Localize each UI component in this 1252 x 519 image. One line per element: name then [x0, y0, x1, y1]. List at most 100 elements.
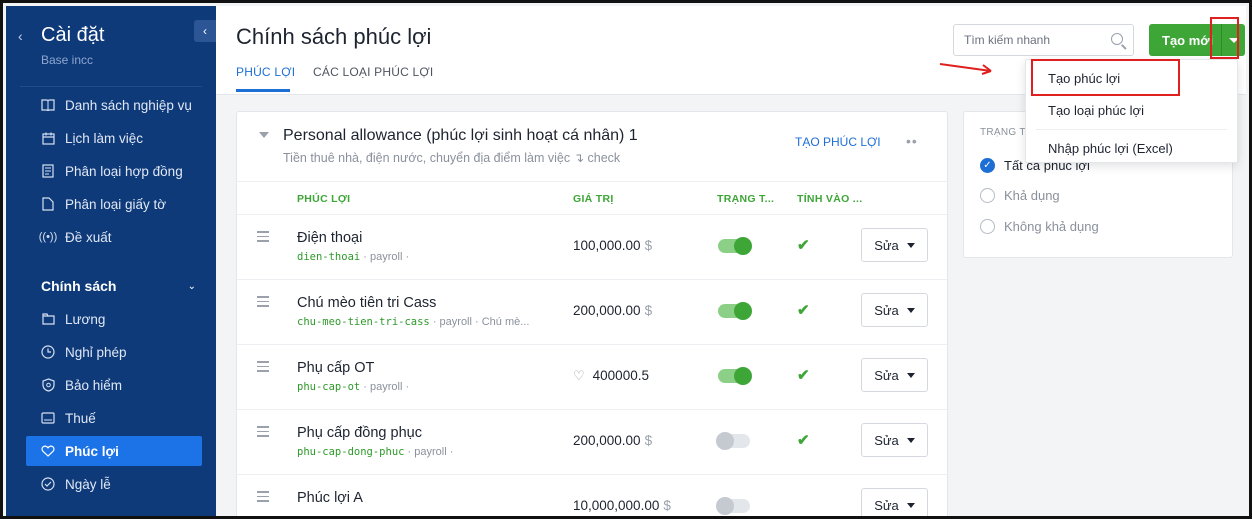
- drag-handle-icon[interactable]: [257, 231, 269, 245]
- more-options-icon[interactable]: ••: [906, 133, 918, 149]
- benefit-meta: phu-cap-dong-phuc · payroll ·: [297, 446, 453, 458]
- sidebar-item-label: Đề xuất: [65, 229, 112, 245]
- sidebar-item-bao-hiem[interactable]: Bảo hiểm: [26, 370, 202, 400]
- benefit-value: 200,000.00 $: [573, 303, 652, 318]
- shield-icon: [41, 378, 55, 392]
- filter-option-label: Khả dụng: [1004, 188, 1060, 203]
- sidebar-divider: [20, 86, 202, 87]
- benefit-tags: · payroll ·: [360, 381, 410, 393]
- search-icon: [1111, 33, 1123, 45]
- check-icon: ✔: [797, 302, 810, 319]
- chevron-left-icon[interactable]: ‹: [18, 28, 23, 44]
- active-tab-indicator: [236, 89, 290, 92]
- collapse-triangle-icon[interactable]: [259, 132, 269, 138]
- drag-handle-icon[interactable]: [257, 361, 269, 375]
- edit-label: Sửa: [874, 237, 899, 253]
- sidebar-item-label: Lịch làm việc: [65, 130, 144, 146]
- sidebar-item-label: Bảo hiểm: [65, 377, 123, 393]
- collapse-sidebar-button[interactable]: ‹: [194, 20, 216, 42]
- currency-label: $: [644, 433, 653, 448]
- sidebar-item-label: Lương: [65, 311, 106, 327]
- app-window: ‹ Cài đặt Base incc ‹ Danh sách nghiệp v…: [0, 0, 1252, 519]
- radio-icon: [980, 188, 995, 203]
- edit-button[interactable]: Sửa: [861, 423, 928, 457]
- sidebar-subtitle: Base incc: [41, 53, 94, 67]
- edit-button[interactable]: Sửa: [861, 488, 928, 516]
- currency-label: $: [663, 498, 671, 513]
- edit-label: Sửa: [874, 367, 899, 383]
- edit-button[interactable]: Sửa: [861, 228, 928, 262]
- sidebar-item-nghi-phep[interactable]: Nghỉ phép: [26, 337, 202, 367]
- edit-button[interactable]: Sửa: [861, 293, 928, 327]
- value-amount: 10,000,000.00: [573, 498, 660, 513]
- sidebar-item-lich-lam-viec[interactable]: Lịch làm việc: [26, 123, 202, 153]
- caret-down-icon: [906, 242, 915, 248]
- folder-icon: [41, 312, 55, 326]
- sidebar-item-phuc-loi[interactable]: Phúc lợi: [26, 436, 202, 466]
- caret-down-icon: [906, 307, 915, 313]
- menu-item-import-excel[interactable]: Nhập phúc lợi (Excel): [1048, 141, 1173, 156]
- check-circle-icon: [41, 477, 55, 491]
- benefit-value: 10,000,000.00 $: [573, 498, 671, 513]
- file-icon: [41, 197, 55, 211]
- column-header-tinh-vao[interactable]: TÍNH VÀO ...: [797, 193, 862, 205]
- benefit-value: 100,000.00 $: [573, 238, 652, 253]
- caret-down-icon: [906, 502, 915, 508]
- sidebar-item-label: Nghỉ phép: [65, 344, 127, 360]
- benefit-name: Phụ cấp đồng phục: [297, 425, 422, 441]
- sidebar-section-label: Chính sách: [41, 278, 117, 294]
- tab-phuc-loi[interactable]: PHÚC LỢI: [236, 65, 295, 79]
- status-toggle[interactable]: [716, 497, 750, 515]
- receipt-icon: [41, 411, 55, 425]
- benefit-code: phu-cap-dong-phuc: [297, 446, 405, 458]
- group-description: Tiền thuê nhà, điện nước, chuyển địa điể…: [283, 151, 621, 165]
- sidebar-section-chinh-sach[interactable]: Chính sách ⌄: [41, 278, 196, 294]
- annotation-arrow-icon: [939, 63, 992, 75]
- column-header-phuc-loi[interactable]: PHÚC LỢI: [297, 193, 350, 205]
- benefit-code: chu-meo-tien-tri-cass: [297, 316, 430, 328]
- column-header-gia-tri[interactable]: GIÁ TRỊ: [573, 193, 614, 205]
- sidebar-item-ngay-le[interactable]: Ngày lễ: [26, 469, 202, 499]
- status-toggle[interactable]: [718, 237, 752, 255]
- sidebar-title: Cài đặt: [41, 24, 105, 46]
- sidebar-item-label: Danh sách nghiệp vụ: [65, 97, 192, 113]
- drag-handle-icon[interactable]: [257, 296, 269, 310]
- benefit-name: Phụ cấp OT: [297, 360, 375, 376]
- create-benefit-link[interactable]: TẠO PHÚC LỢI: [795, 135, 881, 149]
- heart-icon: ♡: [573, 368, 585, 383]
- sidebar-item-label: Ngày lễ: [65, 476, 111, 492]
- value-amount: 400000.5: [592, 368, 649, 383]
- table-row: Phúc lợi A 10,000,000.00 $ Sửa: [237, 475, 947, 516]
- broadcast-icon: ((•)): [38, 231, 58, 243]
- currency-label: $: [644, 238, 653, 253]
- filter-option-available[interactable]: Khả dụng: [980, 188, 1060, 203]
- benefit-meta: dien-thoai · payroll ·: [297, 251, 409, 263]
- column-header-trang-thai[interactable]: TRẠNG T...: [717, 193, 774, 205]
- check-icon: ✔: [797, 432, 810, 449]
- tab-cac-loai-phuc-loi[interactable]: CÁC LOẠI PHÚC LỢI: [313, 65, 433, 79]
- edit-button[interactable]: Sửa: [861, 358, 928, 392]
- search-input[interactable]: Tìm kiếm nhanh: [953, 24, 1134, 56]
- benefit-tags: · payroll ·: [360, 251, 410, 263]
- clock-icon: [41, 345, 55, 359]
- check-icon: ✔: [797, 367, 810, 384]
- sidebar-item-thue[interactable]: Thuế: [26, 403, 202, 433]
- table-row: Phụ cấp đồng phục phu-cap-dong-phuc · pa…: [237, 410, 947, 475]
- status-toggle[interactable]: [716, 432, 750, 450]
- benefit-meta: chu-meo-tien-tri-cass · payroll · Chú mè…: [297, 316, 529, 328]
- filter-option-unavailable[interactable]: Không khả dụng: [980, 219, 1099, 234]
- radio-checked-icon: ✓: [980, 158, 995, 173]
- status-toggle[interactable]: [718, 367, 752, 385]
- benefit-code: dien-thoai: [297, 251, 361, 263]
- sidebar-item-de-xuat[interactable]: ((•)) Đề xuất: [26, 222, 202, 252]
- status-toggle[interactable]: [718, 302, 752, 320]
- sidebar-item-danh-sach-nghiep-vu[interactable]: Danh sách nghiệp vụ: [26, 90, 202, 120]
- sidebar-item-phan-loai-giay-to[interactable]: Phân loại giấy tờ: [26, 189, 202, 219]
- menu-item-create-benefit-type[interactable]: Tạo loại phúc lợi: [1048, 103, 1144, 118]
- sidebar-item-phan-loai-hop-dong[interactable]: Phân loại hợp đồng: [26, 156, 202, 186]
- drag-handle-icon[interactable]: [257, 426, 269, 440]
- drag-handle-icon[interactable]: [257, 491, 269, 505]
- search-placeholder: Tìm kiếm nhanh: [964, 33, 1051, 47]
- sidebar-item-luong[interactable]: Lương: [26, 304, 202, 334]
- sidebar: ‹ Cài đặt Base incc ‹ Danh sách nghiệp v…: [6, 6, 216, 516]
